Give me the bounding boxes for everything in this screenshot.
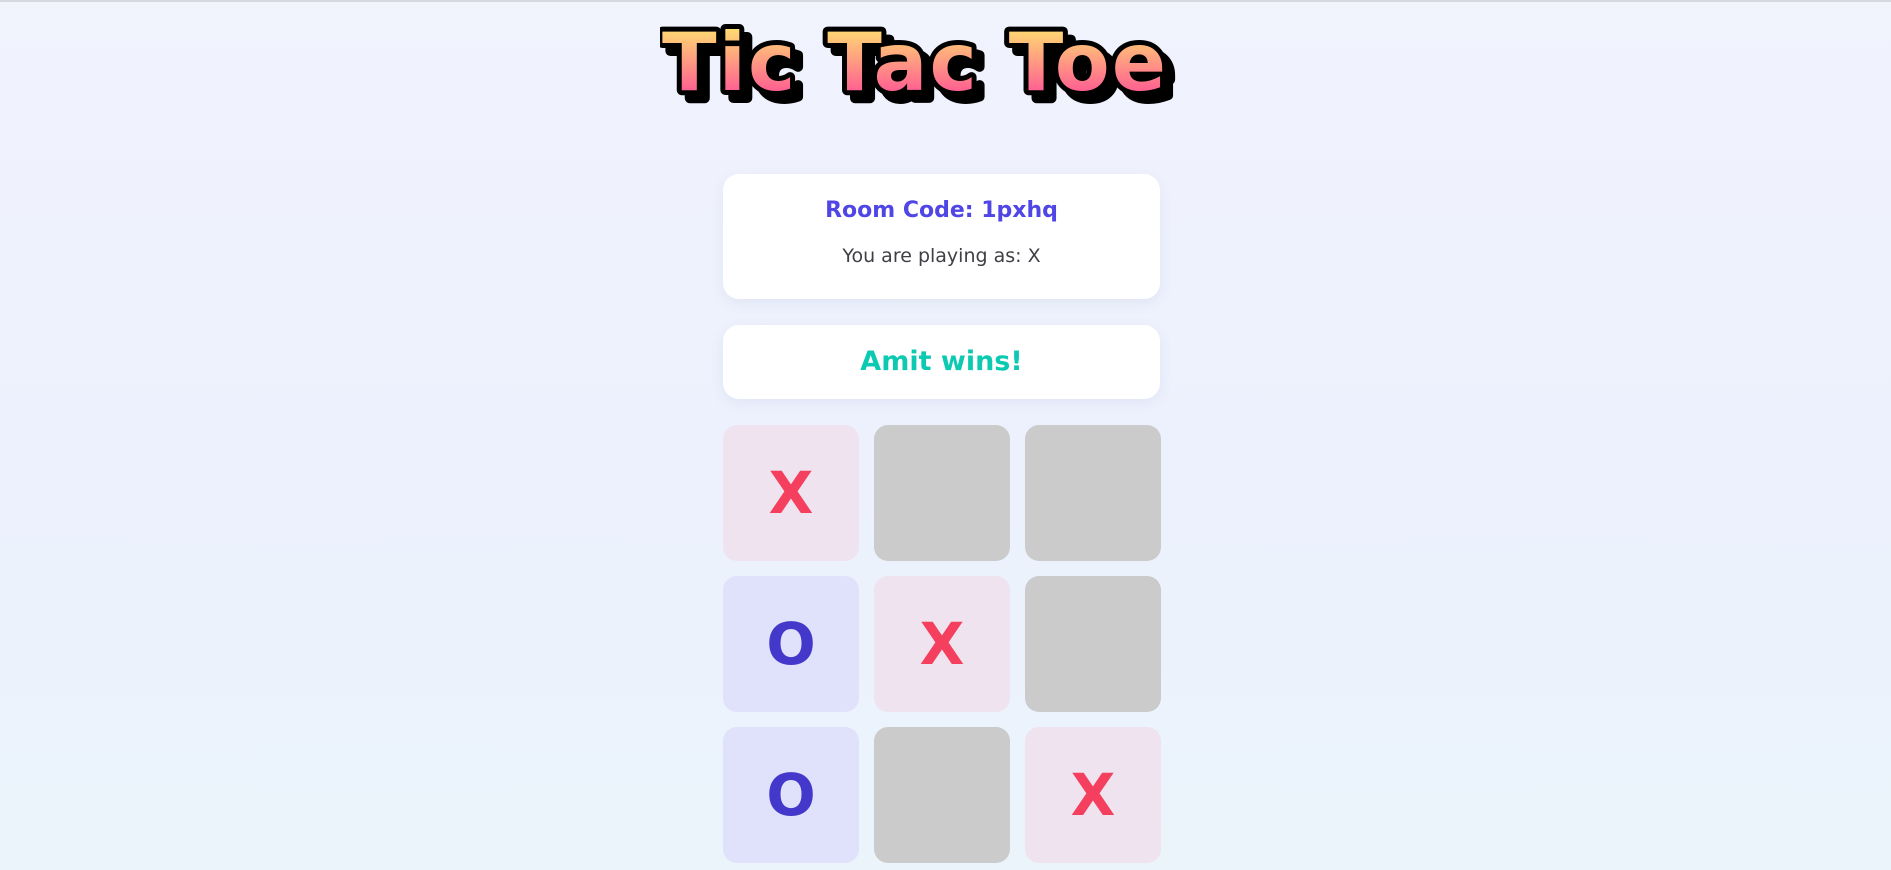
room-code-value: 1pxhq [981,198,1058,223]
board-cell-5[interactable]: X [874,576,1010,712]
board-cell-3[interactable] [1025,425,1161,561]
game-board: X O X O X [723,425,1161,863]
board-cell-4[interactable]: O [723,576,859,712]
board-cell-8[interactable] [874,727,1010,863]
game-title-logo: Tic Tac Toe Tic Tac Toe Tic Tac Toe [660,20,1179,110]
room-code-label: Room Code: [825,198,974,223]
board-cell-1[interactable]: X [723,425,859,561]
board-cell-2[interactable] [874,425,1010,561]
board-cell-6[interactable] [1025,576,1161,712]
board-cell-9[interactable]: X [1025,727,1161,863]
room-info-card: Room Code: 1pxhq You are playing as: X [723,174,1160,299]
title-text: Tic Tac Toe [662,20,1168,109]
game-status-card: Amit wins! [723,325,1160,399]
game-title: Tic Tac Toe Tic Tac Toe Tic Tac Toe [660,20,1225,110]
room-code: Room Code: 1pxhq [723,198,1160,223]
player-symbol-info: You are playing as: X [842,245,1041,267]
window-top-border [0,0,1891,2]
board-cell-7[interactable]: O [723,727,859,863]
game-status-message: Amit wins! [860,346,1023,377]
